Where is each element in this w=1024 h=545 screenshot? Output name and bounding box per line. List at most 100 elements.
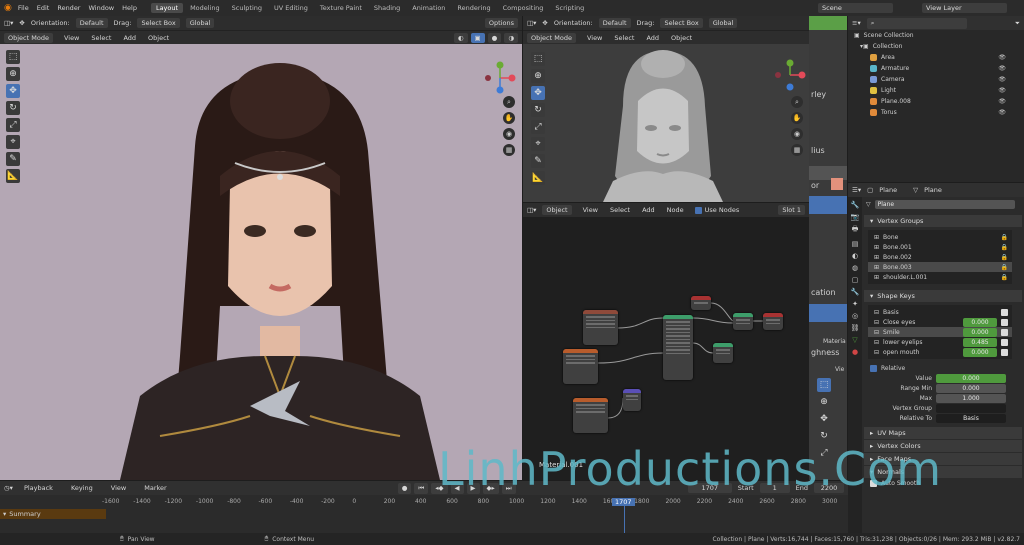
- measure-icon[interactable]: 📐: [531, 171, 545, 185]
- world-tab-icon[interactable]: ◍: [852, 264, 858, 272]
- outliner-item[interactable]: Torus 👁: [848, 107, 1024, 118]
- object-tab-icon[interactable]: ▢: [852, 276, 859, 284]
- principled-bsdf-node[interactable]: [663, 315, 693, 380]
- tab-shading[interactable]: Shading: [369, 3, 405, 13]
- outliner-scene-collection[interactable]: ▣ Scene Collection: [848, 30, 1024, 41]
- shape-key-item[interactable]: ⊟ Close eyes 0.000: [868, 317, 1012, 327]
- select-box-icon[interactable]: ⬚: [531, 52, 545, 66]
- grid-persp-icon[interactable]: ▦: [791, 144, 803, 156]
- editor-type-icon[interactable]: ≡▾: [852, 19, 861, 27]
- shading-solid-icon[interactable]: ●: [487, 32, 502, 43]
- material-output-node[interactable]: [763, 313, 783, 330]
- menu-playback[interactable]: Playback: [19, 483, 58, 493]
- lock-icon[interactable]: 🔒: [1001, 264, 1008, 271]
- viewport-left[interactable]: ◫▾ ✥ Orientation: Default Drag: Select B…: [0, 16, 522, 480]
- orientation-select[interactable]: Default: [75, 18, 108, 28]
- vertex-group-field[interactable]: [936, 403, 1006, 413]
- shape-key-item[interactable]: ⊟ Basis: [868, 307, 1012, 317]
- shape-key-mute-checkbox[interactable]: [1001, 308, 1008, 316]
- menu-help[interactable]: Help: [122, 4, 137, 12]
- scale-icon[interactable]: ⤢: [531, 120, 545, 134]
- overlay-icon[interactable]: ◐: [453, 32, 468, 43]
- menu-window[interactable]: Window: [88, 4, 114, 12]
- visibility-eye-icon[interactable]: 👁: [998, 54, 1006, 61]
- move-icon[interactable]: ✥: [531, 86, 545, 100]
- value-field[interactable]: 0.000: [936, 373, 1006, 383]
- vertex-group-item[interactable]: ⊞ Bone 🔒: [868, 232, 1012, 242]
- zoom-icon[interactable]: ⌕: [503, 96, 515, 108]
- data-tab-icon[interactable]: ▽: [852, 336, 857, 344]
- shape-key-item[interactable]: ⊟ lower eyelips 0.485: [868, 337, 1012, 347]
- physics-tab-icon[interactable]: ◎: [852, 312, 858, 320]
- rotate-icon[interactable]: ↻: [531, 103, 545, 117]
- shader-node[interactable]: [563, 349, 598, 384]
- vertex-group-item[interactable]: ⊞ Bone.002 🔒: [868, 252, 1012, 262]
- scene-selector[interactable]: Scene: [818, 3, 893, 13]
- measure-icon[interactable]: 📐: [6, 169, 20, 183]
- max-field[interactable]: 1.000: [936, 393, 1006, 403]
- menu-keying[interactable]: Keying: [66, 483, 98, 493]
- outliner-item[interactable]: Area 👁: [848, 52, 1024, 63]
- transform-orientation-select[interactable]: Global: [708, 18, 738, 28]
- outliner-search-input[interactable]: ⌕: [866, 17, 967, 29]
- drag-select[interactable]: Select Box: [660, 18, 703, 28]
- tool-tab-icon[interactable]: 🔧: [851, 201, 860, 209]
- viewport-right[interactable]: ◫▾ ✥ Orientation: Default Drag: Select B…: [523, 16, 809, 202]
- rotate-icon[interactable]: ↻: [6, 101, 20, 115]
- menu-view[interactable]: View: [59, 33, 84, 43]
- constraints-tab-icon[interactable]: ⛓: [851, 324, 860, 332]
- editor-type-icon[interactable]: ◫▾: [527, 19, 536, 27]
- shape-key-mute-checkbox[interactable]: [1001, 348, 1008, 356]
- pan-hand-icon[interactable]: ✋: [503, 112, 515, 124]
- scene-tab-icon[interactable]: ◐: [852, 252, 858, 260]
- blender-logo-icon[interactable]: ◉: [4, 3, 12, 13]
- modifier-tab-icon[interactable]: 🔧: [851, 288, 860, 296]
- shader-node[interactable]: [713, 343, 733, 363]
- shape-key-value[interactable]: 0.000: [963, 317, 997, 327]
- shape-key-value[interactable]: 0.000: [963, 347, 997, 357]
- vertex-groups-panel-header[interactable]: ▾ Vertex Groups: [864, 215, 1022, 227]
- editor-type-icon[interactable]: ☰▾: [852, 186, 861, 194]
- shape-key-value[interactable]: 0.000: [963, 327, 997, 337]
- relative-to-field[interactable]: Basis: [936, 413, 1006, 423]
- shape-key-mute-checkbox[interactable]: [1001, 318, 1008, 326]
- transform-icon[interactable]: ⌖: [531, 137, 545, 151]
- view-layer-tab-icon[interactable]: ▤: [852, 240, 859, 248]
- menu-select[interactable]: Select: [86, 33, 116, 43]
- lock-icon[interactable]: 🔒: [1001, 254, 1008, 261]
- shape-key-mute-checkbox[interactable]: [1001, 338, 1008, 346]
- record-icon[interactable]: ●: [397, 482, 412, 494]
- lock-icon[interactable]: 🔒: [1001, 244, 1008, 251]
- vertex-group-item[interactable]: ⊞ Bone.003 🔒: [868, 262, 1012, 272]
- tab-texture-paint[interactable]: Texture Paint: [315, 3, 367, 13]
- cursor-icon[interactable]: ⊕: [6, 67, 20, 81]
- orientation-select[interactable]: Default: [598, 18, 631, 28]
- uv-maps-panel-header[interactable]: ▸ UV Maps: [864, 427, 1022, 439]
- node-editor[interactable]: ◫▾ Object View Select Add Node Use Nodes Sl…: [523, 203, 809, 480]
- outliner-collection[interactable]: ▾▣ Collection: [848, 41, 1024, 52]
- mode-select[interactable]: Object Mode: [4, 32, 53, 43]
- shading-material-icon[interactable]: ◑: [504, 32, 518, 43]
- shape-key-mute-checkbox[interactable]: [1001, 328, 1008, 336]
- camera-view-icon[interactable]: ◉: [791, 128, 803, 140]
- view-layer-selector[interactable]: View Layer: [922, 3, 1007, 13]
- outliner-item[interactable]: Light 👁: [848, 85, 1024, 96]
- move-icon[interactable]: ✥: [6, 84, 20, 98]
- tab-scripting[interactable]: Scripting: [550, 3, 589, 13]
- visibility-eye-icon[interactable]: 👁: [998, 65, 1006, 72]
- expand-icon[interactable]: ▾: [3, 510, 6, 518]
- vertex-group-item[interactable]: ⊞ Bone.001 🔒: [868, 242, 1012, 252]
- shape-key-item[interactable]: ⊟ Smile 0.000: [868, 327, 1012, 337]
- outliner-item[interactable]: Camera 👁: [848, 74, 1024, 85]
- cursor-icon[interactable]: ⊕: [817, 395, 831, 409]
- render-tab-icon[interactable]: 📷: [851, 213, 860, 221]
- menu-object[interactable]: Object: [143, 33, 174, 43]
- visibility-eye-icon[interactable]: 👁: [998, 87, 1006, 94]
- outliner-item[interactable]: Armature 👁: [848, 63, 1024, 74]
- menu-view[interactable]: View: [106, 483, 131, 493]
- menu-edit[interactable]: Edit: [37, 4, 50, 12]
- lock-icon[interactable]: 🔒: [1001, 234, 1008, 241]
- camera-view-icon[interactable]: ◉: [503, 128, 515, 140]
- annotate-icon[interactable]: ✎: [6, 152, 20, 166]
- lock-icon[interactable]: 🔒: [1001, 274, 1008, 281]
